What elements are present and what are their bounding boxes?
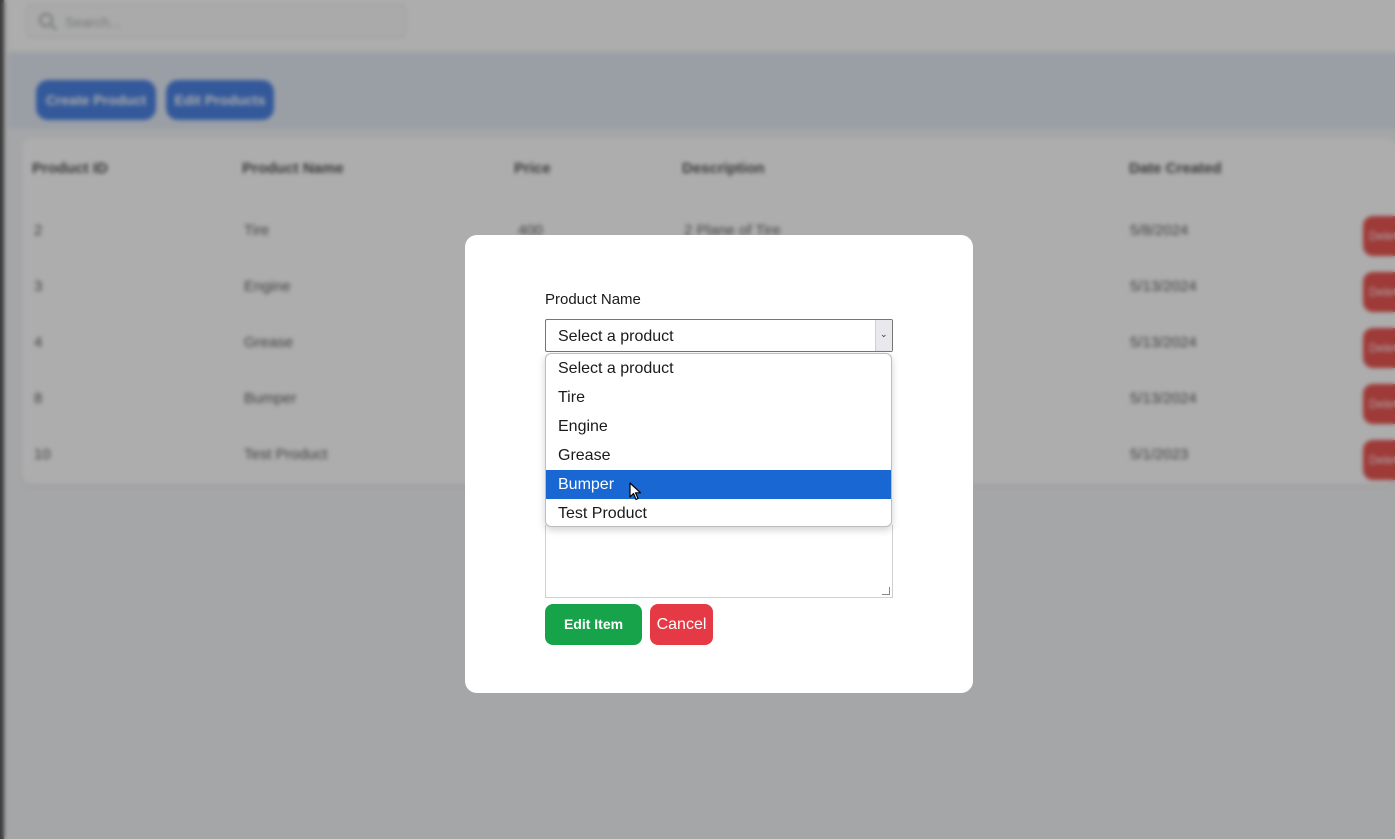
product-dropdown-list: Select a product Tire Engine Grease Bump… xyxy=(545,353,892,527)
edit-item-button[interactable]: Edit Item xyxy=(545,604,642,645)
product-select[interactable]: Select a product ⌄ xyxy=(545,319,893,352)
option-grease[interactable]: Grease xyxy=(546,441,891,470)
product-name-label: Product Name xyxy=(545,291,641,308)
resize-handle-icon[interactable] xyxy=(882,587,890,595)
option-engine[interactable]: Engine xyxy=(546,412,891,441)
option-test-product[interactable]: Test Product xyxy=(546,499,891,526)
option-select-a-product[interactable]: Select a product xyxy=(546,354,891,383)
cancel-button[interactable]: Cancel xyxy=(650,604,713,645)
mouse-pointer-icon xyxy=(629,482,642,501)
product-select-value: Select a product xyxy=(558,328,674,345)
chevron-down-icon: ⌄ xyxy=(880,329,888,339)
option-bumper[interactable]: Bumper xyxy=(546,470,891,499)
description-textarea[interactable] xyxy=(545,525,893,598)
option-tire[interactable]: Tire xyxy=(546,383,891,412)
select-arrow[interactable]: ⌄ xyxy=(875,320,892,351)
